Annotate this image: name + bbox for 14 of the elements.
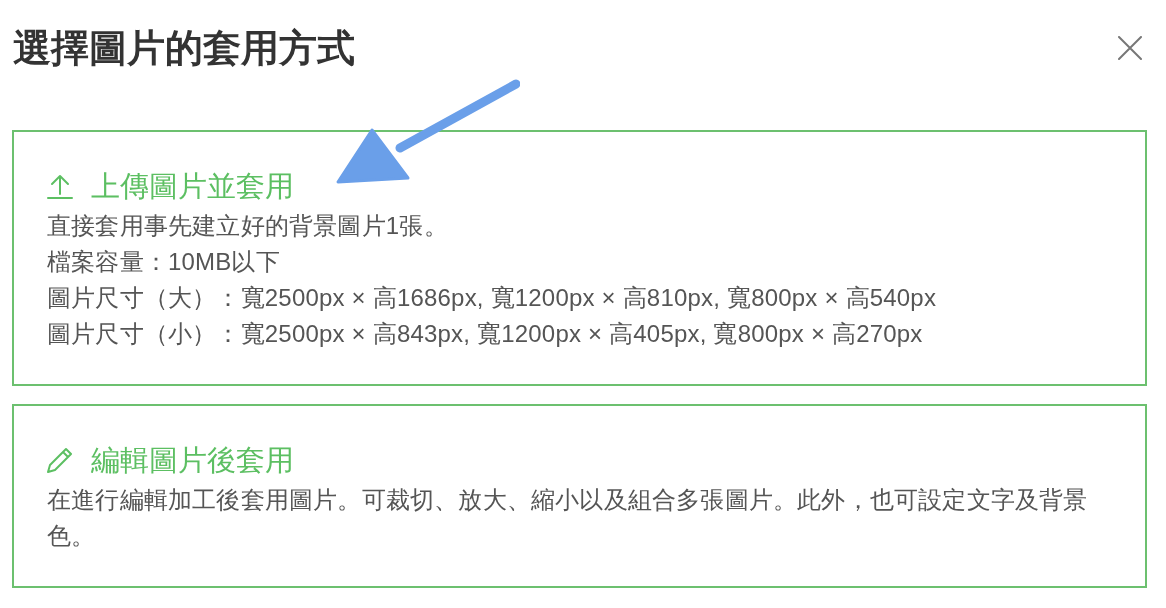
pencil-icon [47, 447, 73, 473]
option-description: 在進行編輯加工後套用圖片。可裁切、放大、縮小以及組合多張圖片。此外，也可設定文字及背景色。 [47, 485, 1089, 551]
option-heading: 上傳圖片並套用 [91, 169, 294, 204]
option-card[interactable]: 編輯圖片後套用 在進行編輯加工後套用圖片。可裁切、放大、縮小以及組合多張圖片。此外，也可設定文字及背景色。 [12, 404, 1147, 588]
close-icon [1118, 36, 1142, 60]
option-description: 檔案容量：10MB以下 [47, 247, 281, 277]
close-button[interactable] [1118, 36, 1142, 60]
upload-icon [47, 173, 73, 199]
option-description: 圖片尺寸（大）：寬2500px × 高1686px, 寬1200px × 高810px, 寬800px × 高540px [47, 283, 938, 313]
dialog-title: 選擇圖片的套用方式 [13, 26, 355, 71]
option-description: 直接套用事先建立好的背景圖片1張。 [47, 211, 449, 241]
option-card[interactable]: 上傳圖片並套用 直接套用事先建立好的背景圖片1張。 檔案容量：10MB以下 圖片尺寸（大）：寬2500px × 高1686px, 寬1200px × 高810px, 寬800px × 高540px 圖片尺寸（小）：寬2500px × 高843px, 寬1200px × 高405px, 寬800px × 高270px [12, 130, 1147, 386]
option-heading: 編輯圖片後套用 [91, 443, 294, 478]
option-description: 圖片尺寸（小）：寬2500px × 高843px, 寬1200px × 高405px, 寬800px × 高270px [47, 319, 924, 349]
